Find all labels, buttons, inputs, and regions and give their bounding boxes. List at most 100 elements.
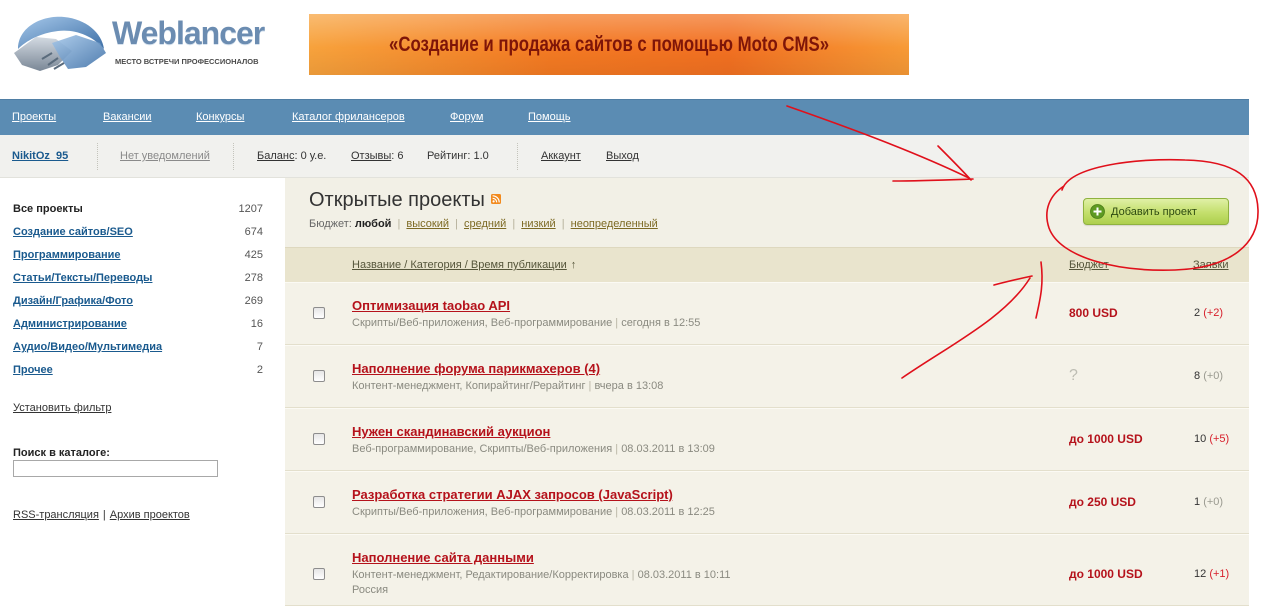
- category-other: Прочее 2: [13, 363, 263, 377]
- budget-filter-high[interactable]: высокий: [406, 218, 449, 230]
- rating-text: Рейтинг: 1.0: [427, 150, 489, 162]
- user-bar-divider: [97, 143, 98, 170]
- budget-filter: Бюджет: любой | высокий | средний | низк…: [309, 217, 658, 231]
- nav-forum[interactable]: Форум: [450, 100, 483, 134]
- notifications-link[interactable]: Нет уведомлений: [120, 150, 210, 162]
- project-categories: Скрипты/Веб-приложения, Веб-программиров…: [352, 317, 613, 329]
- nav-help[interactable]: Помощь: [528, 100, 571, 134]
- rss-feed-link[interactable]: RSS-трансляция: [13, 509, 99, 521]
- project-row: Разработка стратегии AJAX запросов (Java…: [285, 471, 1249, 534]
- page: Weblancer МЕСТО ВСТРЕЧИ ПРОФЕССИОНАЛОВ «…: [0, 0, 1262, 606]
- project-title-link[interactable]: Нужен скандинавский аукцион: [352, 424, 550, 440]
- balance-link[interactable]: Баланс: [257, 150, 294, 162]
- category-link[interactable]: Статьи/Тексты/Переводы: [13, 272, 152, 284]
- project-published-time: 08.03.2011 в 13:09: [621, 443, 715, 455]
- nav-contests[interactable]: Конкурсы: [196, 100, 244, 134]
- project-row: Наполнение сайта данными Контент-менеджм…: [285, 534, 1249, 606]
- bids-new: (+0): [1203, 496, 1224, 508]
- nav-vacancies[interactable]: Вакансии: [103, 100, 152, 134]
- catalog-search-label: Поиск в каталоге:: [13, 447, 110, 459]
- project-title-link[interactable]: Наполнение сайта данными: [352, 550, 534, 566]
- account-link[interactable]: Аккаунт: [541, 150, 581, 162]
- project-bids: 10 (+5): [1194, 431, 1229, 447]
- category-design: Дизайн/Графика/Фото 269: [13, 294, 263, 308]
- filter-separator: |: [397, 218, 401, 230]
- set-filter-link[interactable]: Установить фильтр: [13, 401, 111, 415]
- logout-link[interactable]: Выход: [606, 150, 639, 162]
- category-texts: Статьи/Тексты/Переводы 278: [13, 271, 263, 285]
- category-programming: Программирование 425: [13, 248, 263, 262]
- category-count: 278: [244, 272, 263, 284]
- category-link[interactable]: Дизайн/Графика/Фото: [13, 295, 133, 307]
- filter-separator: |: [455, 218, 458, 230]
- category-link[interactable]: Прочее: [13, 364, 53, 376]
- reviews-link[interactable]: Отзывы: [351, 150, 391, 162]
- link-separator: |: [102, 509, 106, 521]
- project-budget: до 250 USD: [1069, 495, 1136, 509]
- username-item: NikitOz_95: [12, 135, 68, 177]
- bids-new: (+1): [1209, 568, 1230, 580]
- budget-filter-medium[interactable]: средний: [464, 218, 506, 230]
- reviews-value: : 6: [391, 150, 404, 162]
- category-count: 425: [244, 249, 263, 261]
- budget-filter-low[interactable]: низкий: [521, 218, 555, 230]
- category-link[interactable]: Администрирование: [13, 318, 127, 330]
- meta-separator: |: [615, 443, 619, 455]
- sort-by-bids-link[interactable]: Заявки: [1193, 259, 1229, 271]
- add-project-label: Добавить проект: [1111, 205, 1197, 218]
- category-link[interactable]: Программирование: [13, 249, 121, 261]
- project-published-time: 08.03.2011 в 12:25: [621, 506, 715, 518]
- bids-count: 12: [1194, 568, 1207, 580]
- filter-separator: |: [512, 218, 516, 230]
- top-nav: Проекты Вакансии Конкурсы Каталог фрилан…: [0, 99, 1249, 135]
- bids-count: 1: [1194, 496, 1201, 508]
- project-published-time: 08.03.2011 в 10:11: [637, 569, 731, 581]
- project-published-time: вчера в 13:08: [594, 380, 664, 392]
- project-title-link[interactable]: Оптимизация taobao API: [352, 298, 510, 314]
- category-link[interactable]: Создание сайтов/SEO: [13, 226, 133, 238]
- projects-archive-link[interactable]: Архив проектов: [110, 509, 190, 521]
- project-checkbox[interactable]: [313, 307, 325, 319]
- project-checkbox[interactable]: [313, 433, 325, 445]
- banner-ad[interactable]: «Создание и продажа сайтов с помощью Mot…: [309, 14, 909, 75]
- nav-freelancers-catalog[interactable]: Каталог фрилансеров: [292, 100, 405, 134]
- project-title-link[interactable]: Разработка стратегии AJAX запросов (Java…: [352, 487, 673, 503]
- project-budget: до 1000 USD: [1069, 432, 1143, 446]
- project-categories: Веб-программирование, Скрипты/Веб-прилож…: [352, 443, 613, 455]
- project-checkbox[interactable]: [313, 370, 325, 382]
- bids-new: (+2): [1203, 307, 1224, 319]
- catalog-search-input[interactable]: [13, 460, 218, 477]
- category-count: 16: [250, 318, 263, 330]
- project-row: Оптимизация taobao API Скрипты/Веб-прило…: [285, 282, 1249, 345]
- project-meta: Контент-менеджмент, Редактирование/Корре…: [352, 568, 731, 582]
- page-title: Открытые проекты: [309, 189, 485, 211]
- meta-separator: |: [631, 569, 635, 581]
- sort-arrow-up-icon: ↑: [570, 259, 577, 271]
- project-budget-unknown: ?: [1069, 367, 1078, 384]
- username-link[interactable]: NikitOz_95: [12, 150, 68, 162]
- budget-filter-undefined[interactable]: неопределенный: [571, 218, 658, 230]
- project-meta: Скрипты/Веб-приложения, Веб-программиров…: [352, 316, 700, 330]
- meta-separator: |: [588, 380, 592, 392]
- nav-projects[interactable]: Проекты: [12, 100, 56, 134]
- balance-value: : 0 у.е.: [294, 150, 327, 162]
- add-project-button[interactable]: Добавить проект: [1083, 198, 1229, 225]
- project-title-link[interactable]: Наполнение форума парикмахеров (4): [352, 361, 600, 377]
- rss-icon[interactable]: [490, 194, 501, 204]
- budget-filter-selected: любой: [354, 218, 392, 230]
- project-checkbox[interactable]: [313, 568, 325, 580]
- bids-new: (+0): [1203, 370, 1224, 382]
- budget-column-header: Бюджет: [1069, 248, 1109, 282]
- sidebar-footer-links: RSS-трансляция | Архив проектов: [13, 508, 190, 522]
- project-budget: 800 USD: [1069, 306, 1118, 320]
- user-bar-divider: [233, 143, 234, 170]
- project-checkbox[interactable]: [313, 496, 325, 508]
- filter-separator: |: [561, 218, 565, 230]
- project-bids: 8 (+0): [1194, 368, 1223, 384]
- project-bids: 1 (+0): [1194, 494, 1223, 510]
- notifications-item: Нет уведомлений: [120, 135, 210, 177]
- sort-by-budget-link[interactable]: Бюджет: [1069, 259, 1109, 271]
- site-logo[interactable]: Weblancer МЕСТО ВСТРЕЧИ ПРОФЕССИОНАЛОВ: [12, 12, 270, 74]
- sort-by-name-link[interactable]: Название / Категория / Время публикации: [352, 259, 567, 271]
- category-link[interactable]: Аудио/Видео/Мультимедиа: [13, 341, 162, 353]
